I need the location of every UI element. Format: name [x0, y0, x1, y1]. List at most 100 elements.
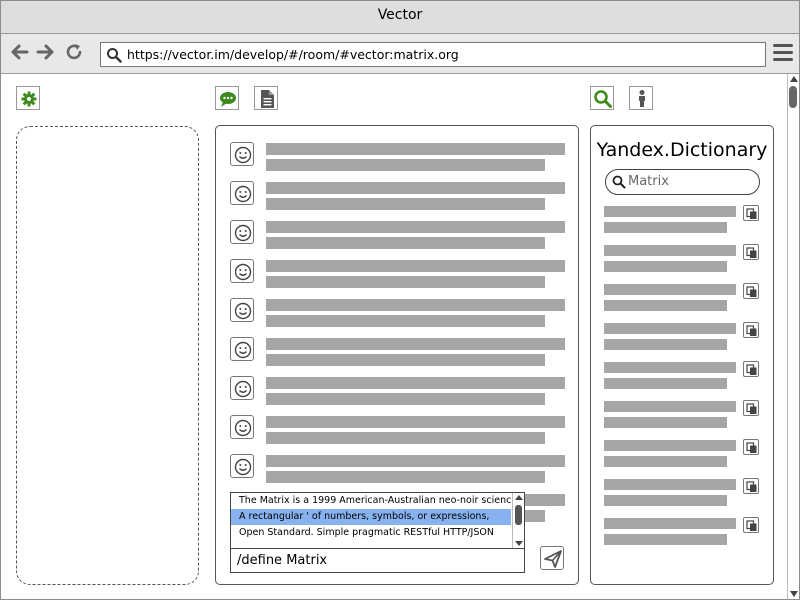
- dictionary-result-row: [604, 517, 764, 547]
- smiley-icon: [234, 419, 252, 437]
- copy-icon: [746, 208, 757, 219]
- avatar: [230, 142, 254, 166]
- dictionary-result-row: [604, 283, 764, 313]
- scroll-down-arrow-icon[interactable]: [515, 541, 523, 546]
- scroll-up-arrow-icon[interactable]: [515, 495, 523, 500]
- forward-button[interactable]: [34, 42, 56, 64]
- message-text-placeholder: [266, 260, 565, 272]
- message-text-placeholder: [266, 393, 545, 405]
- avatar: [230, 181, 254, 205]
- reload-icon: [66, 44, 82, 60]
- autocomplete-list[interactable]: The Matrix is a 1999 American-Australian…: [230, 492, 525, 549]
- definition-text-placeholder: [604, 378, 727, 389]
- definition-text-placeholder: [604, 518, 736, 529]
- autocomplete-item[interactable]: The Matrix is a 1999 American-Australian…: [231, 493, 511, 509]
- chat-message: [230, 452, 570, 484]
- scroll-up-arrow-icon[interactable]: [790, 76, 798, 82]
- copy-button[interactable]: [743, 322, 759, 338]
- message-text-placeholder: [266, 143, 565, 155]
- send-button[interactable]: [540, 546, 564, 570]
- settings-button[interactable]: [16, 86, 40, 110]
- hamburger-menu-icon: [773, 44, 793, 61]
- search-icon: [612, 175, 626, 189]
- dictionary-title: Yandex.Dictionary: [596, 139, 768, 161]
- dictionary-result-row: [604, 322, 764, 352]
- chat-message: [230, 140, 570, 172]
- copy-icon: [746, 481, 757, 492]
- definition-text-placeholder: [604, 261, 727, 272]
- definition-text-placeholder: [604, 323, 736, 334]
- copy-icon: [746, 247, 757, 258]
- smiley-icon: [234, 302, 252, 320]
- definition-text-placeholder: [604, 440, 736, 451]
- message-text-placeholder: [266, 338, 565, 350]
- scroll-down-arrow-icon[interactable]: [790, 591, 798, 597]
- dictionary-result-row: [604, 400, 764, 430]
- message-text-placeholder: [266, 315, 545, 327]
- arrow-right-icon: [36, 44, 54, 60]
- back-button[interactable]: [9, 42, 31, 64]
- message-text-placeholder: [266, 432, 545, 444]
- copy-icon: [746, 364, 757, 375]
- paper-plane-icon: [544, 550, 562, 568]
- browser-toolbar: https://vector.im/develop/#/room/#vector…: [1, 34, 799, 74]
- message-text-placeholder: [266, 416, 565, 428]
- definition-text-placeholder: [604, 339, 727, 350]
- avatar: [230, 454, 254, 478]
- address-bar[interactable]: https://vector.im/develop/#/room/#vector…: [100, 42, 766, 67]
- copy-button[interactable]: [743, 400, 759, 416]
- definition-text-placeholder: [604, 300, 727, 311]
- person-icon: [639, 90, 645, 107]
- message-text-placeholder: [266, 299, 565, 311]
- dictionary-search-value: Matrix: [628, 174, 669, 189]
- message-text-placeholder: [266, 159, 545, 171]
- smiley-icon: [234, 380, 252, 398]
- message-text-placeholder: [266, 471, 545, 483]
- dictionary-result-row: [604, 361, 764, 391]
- arrow-left-icon: [11, 44, 29, 60]
- copy-icon: [746, 520, 757, 531]
- dictionary-search-input[interactable]: Matrix: [605, 169, 760, 195]
- copy-button[interactable]: [743, 283, 759, 299]
- copy-button[interactable]: [743, 517, 759, 533]
- avatar: [230, 220, 254, 244]
- search-button[interactable]: [590, 86, 614, 110]
- scroll-thumb[interactable]: [515, 505, 522, 525]
- definition-text-placeholder: [604, 206, 736, 217]
- autocomplete-scrollbar[interactable]: [512, 493, 524, 548]
- room-info-button[interactable]: [629, 86, 653, 110]
- search-icon: [107, 48, 122, 63]
- definition-text-placeholder: [604, 534, 727, 545]
- browser-menu-button[interactable]: [773, 44, 793, 62]
- definition-text-placeholder: [604, 479, 736, 490]
- chat-message: [230, 257, 570, 289]
- chat-message: [230, 296, 570, 328]
- smiley-icon: [234, 458, 252, 476]
- chat-message: [230, 413, 570, 445]
- definition-text-placeholder: [604, 417, 727, 428]
- copy-button[interactable]: [743, 361, 759, 377]
- files-button[interactable]: [254, 86, 278, 110]
- definition-text-placeholder: [604, 495, 727, 506]
- copy-button[interactable]: [743, 439, 759, 455]
- gear-icon: [21, 91, 37, 107]
- avatar: [230, 337, 254, 361]
- chat-button[interactable]: [215, 86, 239, 110]
- copy-icon: [746, 286, 757, 297]
- message-text-placeholder: [266, 221, 565, 233]
- autocomplete-item[interactable]: Open Standard. Simple pragmatic RESTful …: [231, 525, 511, 541]
- scroll-thumb[interactable]: [789, 86, 797, 108]
- copy-button[interactable]: [743, 244, 759, 260]
- copy-button[interactable]: [743, 478, 759, 494]
- avatar: [230, 259, 254, 283]
- message-text-placeholder: [266, 377, 565, 389]
- page-scrollbar[interactable]: [787, 74, 799, 599]
- message-composer-input[interactable]: /define Matrix: [230, 548, 525, 573]
- autocomplete-item-selected[interactable]: A rectangular ' of numbers, symbols, or …: [231, 509, 511, 525]
- copy-button[interactable]: [743, 205, 759, 221]
- reload-button[interactable]: [63, 42, 85, 64]
- dictionary-panel: Yandex.Dictionary Matrix: [590, 125, 774, 585]
- dictionary-result-row: [604, 205, 764, 235]
- dictionary-result-row: [604, 439, 764, 469]
- message-text-placeholder: [266, 354, 545, 366]
